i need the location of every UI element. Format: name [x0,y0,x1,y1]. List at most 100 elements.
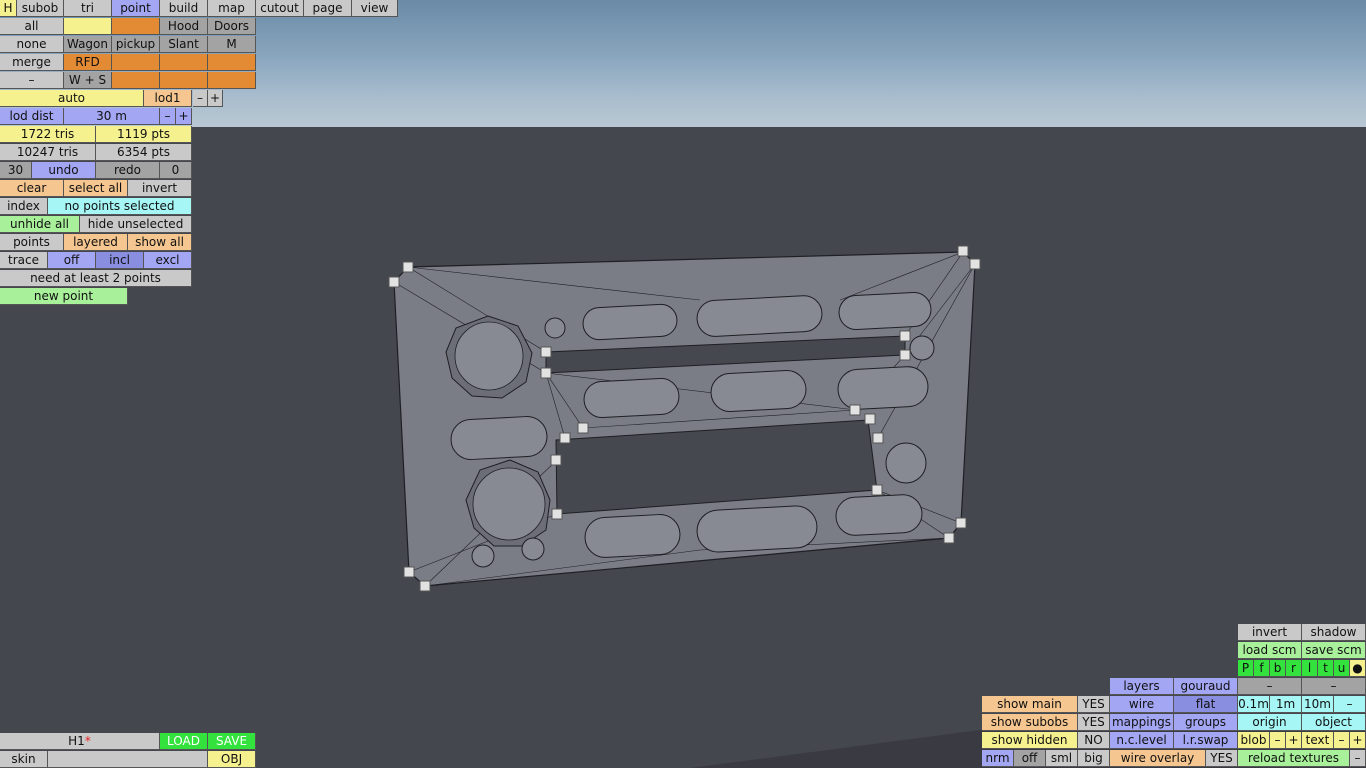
text-plus-button[interactable]: + [1350,732,1366,749]
select-all-button[interactable]: select all [64,180,128,197]
lod-dist-plus[interactable]: + [176,108,192,125]
part-slot-2[interactable] [112,18,160,35]
mode-t-button[interactable]: t [1318,660,1334,677]
mode-u-button[interactable]: u [1334,660,1350,677]
trace-excl-button[interactable]: excl [144,252,192,269]
show-hidden-toggle[interactable]: NO [1078,732,1110,749]
point-tab[interactable]: point [112,0,160,17]
nc-level-button[interactable]: n.c.level [1110,732,1174,749]
view-invert-button[interactable]: invert [1238,624,1302,641]
size-sml-button[interactable]: sml [1046,750,1078,767]
blob-minus-button[interactable]: – [1270,732,1286,749]
viewport-3d[interactable] [0,0,1366,768]
part-slot-3[interactable] [112,54,160,71]
points-button[interactable]: points [0,234,64,251]
skin-button[interactable]: skin [0,751,48,768]
gouraud-button[interactable]: gouraud [1174,678,1238,695]
pickup-button[interactable]: pickup [112,36,160,53]
mode-p-button[interactable]: P [1238,660,1254,677]
mode-f-button[interactable]: f [1254,660,1270,677]
view-tab[interactable]: view [352,0,398,17]
hide-unselected-button[interactable]: hide unselected [80,216,192,233]
text-minus-button[interactable]: – [1334,732,1350,749]
mode-b-button[interactable]: b [1270,660,1286,677]
invert-selection-button[interactable]: invert [128,180,192,197]
load-scm-button[interactable]: load scm [1238,642,1302,659]
origin-button[interactable]: origin [1238,714,1302,731]
size-off-button[interactable]: off [1014,750,1046,767]
trace-incl-button[interactable]: incl [96,252,144,269]
save-button[interactable]: SAVE [208,733,256,750]
page-tab[interactable]: page [304,0,352,17]
grid-0-1m-button[interactable]: 0.1m [1238,696,1270,713]
grid-1m-button[interactable]: 1m [1270,696,1302,713]
layers-button[interactable]: layers [1110,678,1174,695]
merge-button[interactable]: merge [0,54,64,71]
slant-button[interactable]: Slant [160,36,208,53]
doors-button[interactable]: Doors [208,18,256,35]
size-big-button[interactable]: big [1078,750,1110,767]
lr-swap-button[interactable]: l.r.swap [1174,732,1238,749]
grid-minus-button[interactable]: – [1334,696,1366,713]
lod-plus-button[interactable]: + [208,90,223,107]
layered-button[interactable]: layered [64,234,128,251]
subob-tab[interactable]: subob [17,0,64,17]
mode-r-button[interactable]: r [1286,660,1302,677]
ws-button[interactable]: W + S [64,72,112,89]
clear-button[interactable]: clear [0,180,64,197]
m-button[interactable]: M [208,36,256,53]
text-button[interactable]: text [1302,732,1334,749]
part-slot-6[interactable] [112,72,160,89]
part-slot-8[interactable] [208,72,256,89]
h-button[interactable]: H [0,0,17,17]
groups-button[interactable]: groups [1174,714,1238,731]
load-button[interactable]: LOAD [160,733,208,750]
wire-overlay-toggle[interactable]: YES [1206,750,1238,767]
build-tab[interactable]: build [160,0,208,17]
lod1-button[interactable]: lod1 [144,90,192,107]
show-subobs-toggle[interactable]: YES [1078,714,1110,731]
tri-tab[interactable]: tri [64,0,112,17]
reload-minus-button[interactable]: – [1350,750,1366,767]
lod-dist-value[interactable]: 30 m [64,108,160,125]
blob-button[interactable]: blob [1238,732,1270,749]
new-point-button[interactable]: new point [0,288,128,305]
trace-off-button[interactable]: off [48,252,96,269]
grid-10m-button[interactable]: 10m [1302,696,1334,713]
obj-button[interactable]: OBJ [208,751,256,768]
size-nrm-button[interactable]: nrm [982,750,1014,767]
cutout-tab[interactable]: cutout [256,0,304,17]
part-slot-5[interactable] [208,54,256,71]
index-button[interactable]: index [0,198,48,215]
mode-l-button[interactable]: l [1302,660,1318,677]
shadow-button[interactable]: shadow [1302,624,1366,641]
show-main-toggle[interactable]: YES [1078,696,1110,713]
save-scm-button[interactable]: save scm [1302,642,1366,659]
reload-textures-button[interactable]: reload textures [1238,750,1350,767]
part-slot-7[interactable] [160,72,208,89]
lod-auto-button[interactable]: auto [0,90,144,107]
undo-button[interactable]: undo [32,162,96,179]
redo-button[interactable]: redo [96,162,160,179]
wagon-button[interactable]: Wagon [64,36,112,53]
skin-field[interactable] [48,751,208,768]
blob-plus-button[interactable]: + [1286,732,1302,749]
mode-dot-button[interactable]: ● [1350,660,1366,677]
rfd-button[interactable]: RFD [64,54,112,71]
dash-button-1[interactable]: – [1238,678,1302,695]
object-button[interactable]: object [1302,714,1366,731]
flat-button[interactable]: flat [1174,696,1238,713]
dash-button-2[interactable]: – [1302,678,1366,695]
part-slot-1[interactable] [64,18,112,35]
lod-dist-minus[interactable]: – [160,108,176,125]
map-tab[interactable]: map [208,0,256,17]
wire-button[interactable]: wire [1110,696,1174,713]
part-slot-4[interactable] [160,54,208,71]
lod-minus-button[interactable]: – [193,90,208,107]
none-button[interactable]: none [0,36,64,53]
unhide-all-button[interactable]: unhide all [0,216,80,233]
mappings-button[interactable]: mappings [1110,714,1174,731]
show-all-button[interactable]: show all [128,234,192,251]
hood-button[interactable]: Hood [160,18,208,35]
minus-button[interactable]: – [0,72,64,89]
